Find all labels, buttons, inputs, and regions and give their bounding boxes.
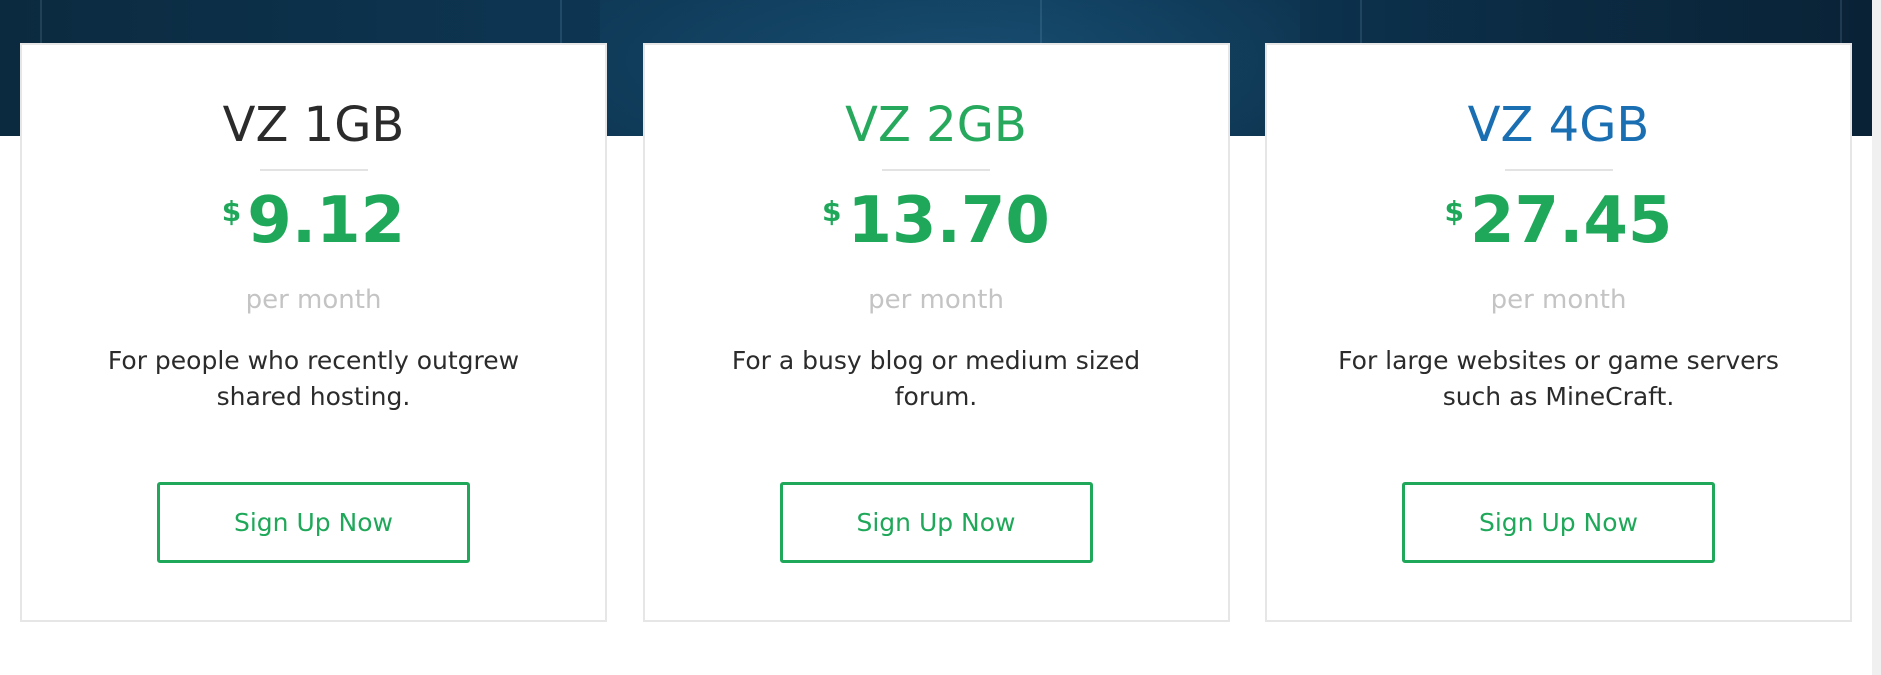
plan-description: For large websites or game servers such … <box>1338 346 1779 411</box>
plan-price: $ 9.12 <box>222 189 405 253</box>
plan-description: For a busy blog or medium sized forum. <box>731 346 1141 411</box>
pricing-card-vz-1gb: VZ 1GB $ 9.12 per month For people who r… <box>20 43 607 622</box>
plan-price: $ 27.45 <box>1445 189 1673 253</box>
billing-period: per month <box>1490 285 1627 315</box>
plan-description: For people who recently outgrew shared h… <box>107 346 520 411</box>
pricing-card-vz-4gb: VZ 4GB $ 27.45 per month For large websi… <box>1265 43 1852 622</box>
currency-symbol: $ <box>221 195 242 228</box>
title-divider <box>259 169 368 171</box>
plan-title: VZ 1GB <box>222 97 405 153</box>
sign-up-button[interactable]: Sign Up Now <box>779 482 1093 563</box>
plan-title: VZ 2GB <box>845 97 1027 153</box>
plan-title: VZ 4GB <box>1467 97 1650 153</box>
billing-period: per month <box>245 285 382 315</box>
title-divider <box>1504 169 1613 171</box>
page-scrollbar[interactable] <box>1872 0 1881 675</box>
sign-up-button[interactable]: Sign Up Now <box>1402 482 1715 563</box>
sign-up-button[interactable]: Sign Up Now <box>157 482 470 563</box>
pricing-page: VZ 1GB $ 9.12 per month For people who r… <box>0 0 1881 675</box>
currency-symbol: $ <box>822 195 842 228</box>
price-amount: 27.45 <box>1470 184 1673 258</box>
currency-symbol: $ <box>1444 195 1465 228</box>
price-amount: 13.70 <box>847 184 1050 258</box>
billing-period: per month <box>868 285 1004 315</box>
price-amount: 9.12 <box>247 184 406 258</box>
pricing-cards: VZ 1GB $ 9.12 per month For people who r… <box>20 43 1852 622</box>
plan-price: $ 13.70 <box>822 189 1050 253</box>
title-divider <box>882 169 990 171</box>
pricing-card-vz-2gb: VZ 2GB $ 13.70 per month For a busy blog… <box>642 43 1230 622</box>
